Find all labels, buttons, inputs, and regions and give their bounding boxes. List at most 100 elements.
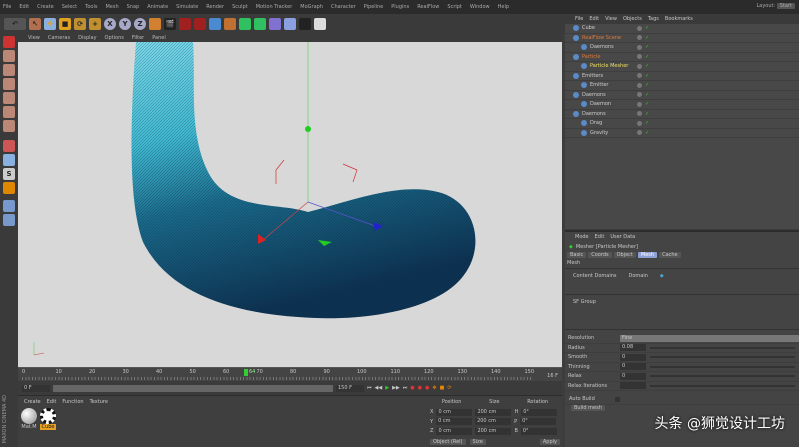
camera-icon[interactable] [299, 18, 311, 30]
menu-create[interactable]: Create [37, 4, 54, 10]
object-menu-objects[interactable]: Objects [623, 16, 642, 22]
timeline-ruler[interactable]: 0 10 20 30 40 50 60 70 80 90 100 110 120 130 140 150 64… [18, 367, 562, 381]
menu-mesh[interactable]: Mesh [105, 4, 118, 10]
viewport-menu-view[interactable]: View [28, 35, 40, 41]
enabled-check-icon[interactable]: ✓ [645, 111, 649, 117]
object-name[interactable]: Particle Mesher [590, 63, 634, 69]
apply-button[interactable]: Apply [539, 438, 560, 445]
position-field[interactable]: 0 cm [436, 427, 473, 435]
tab-coords[interactable]: Coords [588, 252, 612, 258]
rotate-tool-icon[interactable]: ⟳ [74, 18, 86, 30]
size-field[interactable]: 200 cm [475, 418, 512, 426]
object-row[interactable]: Daemons ✓ [565, 91, 799, 100]
scale-tool-icon[interactable]: ■ [59, 18, 71, 30]
spline-pen-icon[interactable] [224, 18, 236, 30]
render-view-icon[interactable]: 🎬 [164, 18, 176, 30]
render-picture-viewer-icon[interactable] [179, 18, 191, 30]
enabled-check-icon[interactable]: ✓ [645, 101, 649, 107]
select-tool-icon[interactable]: ↖ [29, 18, 41, 30]
menu-realflow[interactable]: RealFlow [417, 4, 439, 10]
next-key-icon[interactable]: ▶▶ [392, 385, 400, 391]
z-axis-toggle[interactable]: Z [134, 18, 146, 30]
object-row[interactable]: RealFlow Scene ✓ [565, 34, 799, 43]
object-row[interactable]: Cube ✓ [565, 24, 799, 34]
rotation-key-icon[interactable]: ⟳ [447, 385, 451, 391]
object-name[interactable]: Particle [582, 54, 634, 60]
rotation-field[interactable]: 0° [520, 427, 557, 435]
enabled-check-icon[interactable]: ✓ [645, 120, 649, 126]
material-menu-edit[interactable]: Edit [47, 399, 57, 405]
param-slider[interactable] [650, 356, 795, 359]
enabled-check-icon[interactable]: ✓ [645, 73, 649, 79]
scale-key-icon[interactable]: ■ [440, 385, 445, 391]
object-name[interactable]: Daemons [582, 111, 634, 117]
param-slider[interactable] [650, 346, 795, 349]
material-menu-create[interactable]: Create [24, 399, 41, 405]
menu-sculpt[interactable]: Sculpt [232, 4, 248, 10]
edges-mode-icon[interactable] [3, 106, 15, 118]
menu-tools[interactable]: Tools [85, 4, 97, 10]
object-row[interactable]: Particle ✓ [565, 53, 799, 62]
enabled-check-icon[interactable]: ✓ [645, 92, 649, 98]
object-row[interactable]: Gravity ✓ [565, 129, 799, 138]
menu-simulate[interactable]: Simulate [176, 4, 198, 10]
cube-primitive-icon[interactable] [209, 18, 221, 30]
material-swatch[interactable]: Cube [40, 408, 56, 430]
content-domains-list[interactable]: Domain [628, 273, 647, 290]
menu-character[interactable]: Character [331, 4, 356, 10]
visibility-icon[interactable] [637, 73, 642, 79]
menu-file[interactable]: File [3, 4, 11, 10]
deformer-icon[interactable] [269, 18, 281, 30]
object-name[interactable]: Gravity [590, 130, 634, 136]
preview-range-slider[interactable] [53, 384, 333, 392]
material-menu-texture[interactable]: Texture [90, 399, 108, 405]
build-mesh-button[interactable]: Build mesh [571, 404, 605, 411]
auto-build-checkbox[interactable] [614, 396, 620, 402]
size-field[interactable]: 200 cm [475, 427, 512, 435]
menu-animate[interactable]: Animate [147, 4, 168, 10]
object-name[interactable]: Daemons [590, 44, 634, 50]
object-name[interactable]: Emitter [590, 82, 634, 88]
object-row[interactable]: Daemons ✓ [565, 110, 799, 119]
tab-basic[interactable]: Basic [567, 252, 587, 258]
enabled-check-icon[interactable]: ✓ [645, 44, 649, 50]
x-axis-toggle[interactable]: X [104, 18, 116, 30]
object-name[interactable]: Daemons [582, 92, 634, 98]
enabled-check-icon[interactable]: ✓ [645, 130, 649, 136]
snap-icon[interactable]: S [3, 168, 15, 180]
y-axis-handle[interactable] [305, 126, 311, 132]
tab-object[interactable]: Object [613, 252, 636, 258]
position-field[interactable]: 0 cm [436, 418, 473, 426]
object-row[interactable]: Emitter ✓ [565, 81, 799, 91]
nurbs-icon[interactable] [239, 18, 251, 30]
visibility-icon[interactable] [637, 92, 642, 98]
menu-edit[interactable]: Edit [19, 4, 29, 10]
lock-workplane-icon[interactable] [3, 182, 15, 194]
viewport-menu-cameras[interactable]: Cameras [48, 35, 70, 41]
visibility-icon[interactable] [637, 35, 642, 41]
object-row[interactable]: Daemon ✓ [565, 100, 799, 110]
recent-tool-icon[interactable]: + [89, 18, 101, 30]
object-menu-view[interactable]: View [605, 16, 617, 22]
array-icon[interactable] [254, 18, 266, 30]
object-row[interactable]: Particle Mesher ✓ [565, 62, 799, 72]
menu-plugins[interactable]: Plugins [391, 4, 409, 10]
coordinate-system-icon[interactable] [149, 18, 161, 30]
workplane-icon[interactable] [3, 78, 15, 90]
layout-value[interactable]: Start [776, 3, 795, 9]
material-menu-function[interactable]: Function [62, 399, 83, 405]
visibility-icon[interactable] [637, 120, 642, 126]
tweak-mode-icon[interactable] [3, 154, 15, 166]
playhead[interactable] [244, 369, 248, 376]
enabled-check-icon[interactable]: ✓ [645, 63, 649, 69]
render-settings-icon[interactable] [194, 18, 206, 30]
attr-menu-mode[interactable]: Mode [575, 234, 589, 240]
grid-icon[interactable] [3, 200, 15, 212]
y-axis-toggle[interactable]: Y [119, 18, 131, 30]
menu-script[interactable]: Script [447, 4, 462, 10]
enabled-check-icon[interactable]: ✓ [645, 54, 649, 60]
menu-window[interactable]: Window [470, 4, 490, 10]
menu-render[interactable]: Render [206, 4, 224, 10]
visibility-icon[interactable] [637, 44, 642, 50]
object-menu-tags[interactable]: Tags [648, 16, 659, 22]
